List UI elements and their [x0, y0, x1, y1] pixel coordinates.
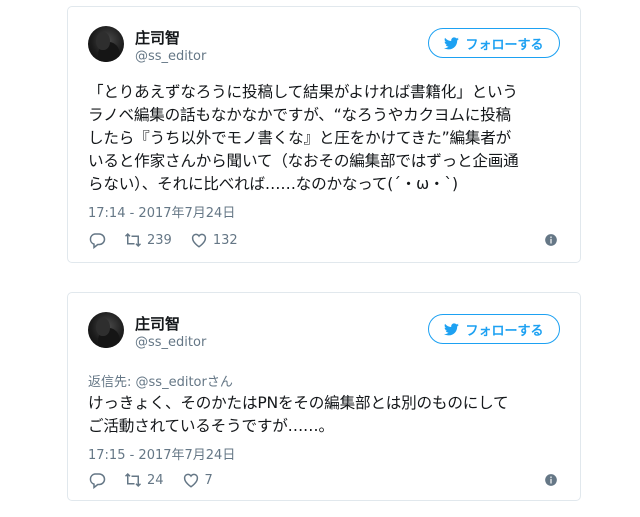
reply-icon — [89, 473, 106, 489]
display-name[interactable]: 庄司智 — [135, 315, 180, 333]
heart-icon — [191, 233, 206, 248]
reply-icon — [89, 233, 106, 249]
twitter-bird-icon — [444, 36, 460, 49]
follow-button-label: フォローする — [465, 37, 544, 53]
reply-context: 返信先: @ss_editorさん — [88, 371, 233, 390]
retweet-button[interactable]: 24 — [124, 471, 164, 489]
tweet-card: 庄司智 @ss_editor フォローする 返信先: @ss_editorさん … — [67, 292, 581, 501]
retweet-count: 239 — [147, 232, 172, 248]
tweet-actions: 239 132 — [88, 231, 256, 249]
like-count: 7 — [204, 472, 213, 488]
tweet-timestamp[interactable]: 17:15 - 2017年7月24日 — [88, 444, 235, 463]
heart-icon — [183, 473, 198, 488]
retweet-icon — [124, 472, 142, 488]
user-handle[interactable]: @ss_editor — [135, 335, 206, 351]
user-handle[interactable]: @ss_editor — [135, 49, 206, 65]
follow-button-label: フォローする — [465, 323, 544, 339]
info-icon[interactable] — [544, 473, 558, 487]
avatar[interactable] — [88, 312, 124, 348]
reply-button[interactable] — [88, 231, 106, 249]
like-button[interactable]: 7 — [182, 471, 213, 489]
like-button[interactable]: 132 — [190, 231, 238, 249]
like-count: 132 — [212, 232, 238, 248]
twitter-bird-icon — [444, 322, 460, 335]
reply-button[interactable] — [88, 471, 106, 489]
retweet-count: 24 — [147, 472, 164, 488]
tweet-timestamp[interactable]: 17:14 - 2017年7月24日 — [88, 202, 235, 221]
reply-mention-link[interactable]: @ss_editorさん — [136, 375, 233, 390]
tweet-actions: 24 7 — [88, 471, 231, 489]
avatar[interactable] — [88, 26, 124, 62]
retweet-icon — [124, 232, 142, 248]
info-icon[interactable] — [544, 233, 558, 247]
retweet-button[interactable]: 239 — [124, 231, 172, 249]
follow-button[interactable]: フォローする — [428, 28, 560, 58]
follow-button[interactable]: フォローする — [428, 314, 560, 344]
reply-prefix: 返信先: — [88, 375, 132, 390]
tweet-card: 庄司智 @ss_editor フォローする 「とりあえずなろうに投稿して結果がよ… — [67, 6, 581, 263]
display-name[interactable]: 庄司智 — [135, 29, 180, 47]
tweet-text: けっきょく、そのかたはPNをその編集部とは別のものにして ご活動されているそうで… — [88, 394, 509, 435]
tweet-text: 「とりあえずなろうに投稿して結果がよければ書籍化」という ラノベ編集の話もなかな… — [88, 83, 519, 193]
